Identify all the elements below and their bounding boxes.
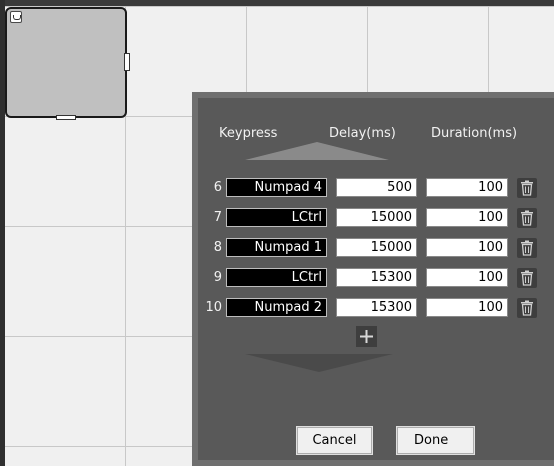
trash-icon[interactable] [517, 268, 537, 288]
trash-icon[interactable] [517, 178, 537, 198]
row-index: 7 [213, 210, 222, 225]
keypress-field[interactable]: LCtrl [226, 208, 327, 227]
node-output-handle[interactable] [124, 53, 130, 71]
trash-icon[interactable] [517, 238, 537, 258]
keypress-field[interactable]: LCtrl [226, 268, 327, 287]
scroll-down-arrow-icon[interactable] [245, 354, 393, 372]
duration-field[interactable]: 100 [426, 268, 508, 287]
keypress-row: 10 Numpad 2 15300 100 [198, 298, 554, 320]
delay-field[interactable]: 15300 [336, 298, 417, 317]
plus-icon [360, 330, 373, 343]
delay-field[interactable]: 15000 [336, 238, 417, 257]
canvas-top-border [0, 0, 554, 6]
keypress-row: 6 Numpad 4 500 100 [198, 178, 554, 200]
delay-field[interactable]: 500 [336, 178, 417, 197]
done-button[interactable]: Done [396, 426, 475, 455]
duration-field[interactable]: 100 [426, 238, 508, 257]
duration-field[interactable]: 100 [426, 298, 508, 317]
trash-icon[interactable] [517, 208, 537, 228]
add-row-button[interactable] [356, 326, 377, 347]
keypress-row: 8 Numpad 1 15000 100 [198, 238, 554, 260]
keypress-sequence-dialog: Keypress Delay(ms) Duration(ms) 6 Numpad… [192, 92, 554, 466]
row-index: 9 [213, 270, 222, 285]
row-index: 6 [213, 180, 222, 195]
duration-field[interactable]: 100 [426, 178, 508, 197]
keypress-row: 7 LCtrl 15000 100 [198, 208, 554, 230]
keypress-field[interactable]: Numpad 2 [226, 298, 327, 317]
header-delay: Delay(ms) [329, 126, 396, 141]
trash-icon[interactable] [517, 298, 537, 318]
header-keypress: Keypress [219, 126, 278, 141]
header-duration: Duration(ms) [431, 126, 518, 141]
cancel-button[interactable]: Cancel [296, 426, 373, 455]
keypress-row: 9 LCtrl 15300 100 [198, 268, 554, 290]
keypress-node[interactable] [5, 7, 130, 120]
delay-field[interactable]: 15000 [336, 208, 417, 227]
duration-field[interactable]: 100 [426, 208, 508, 227]
scroll-up-arrow-icon[interactable] [245, 142, 389, 160]
row-index: 10 [205, 300, 222, 315]
node-type-icon [10, 11, 22, 23]
node-bottom-handle[interactable] [56, 115, 76, 120]
delay-field[interactable]: 15300 [336, 268, 417, 287]
keypress-field[interactable]: Numpad 1 [226, 238, 327, 257]
keypress-field[interactable]: Numpad 4 [226, 178, 327, 197]
row-index: 8 [213, 240, 222, 255]
